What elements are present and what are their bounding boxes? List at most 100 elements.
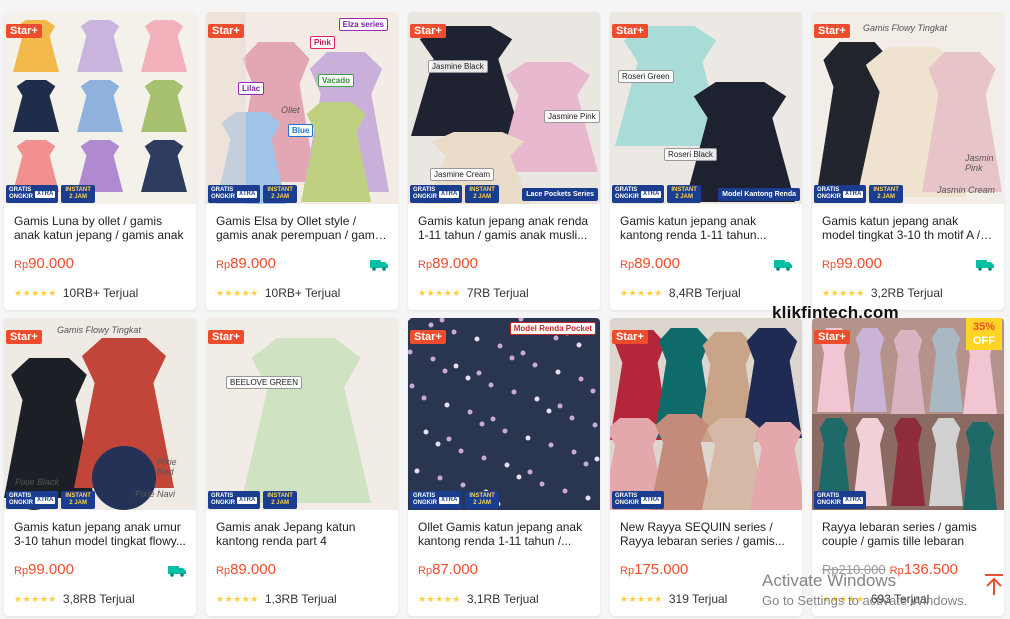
free-shipping-xtra-badge: GRATIS ONGKIR XTRA xyxy=(612,491,665,509)
price-group: Rp99.000 xyxy=(822,255,882,273)
product-image[interactable]: Star+ 35% OFF GRATIS ONGKIR XTRA xyxy=(812,318,1004,510)
product-card[interactable]: Star+ Jasmine Black Jasmine Pink Jasmine Cr… xyxy=(408,12,600,310)
two-hours-label: 2 JAM xyxy=(69,500,87,506)
gratis-ongkir-text: GRATIS ONGKIR xyxy=(211,493,235,507)
sold-count: 3,1RB Terjual xyxy=(466,592,539,606)
product-image[interactable]: Star+ Roseri Green Roseri Black GRATIS ONGKI… xyxy=(610,12,802,204)
rating-row: ★★★★★ 319 Terjual xyxy=(620,592,792,606)
product-card[interactable]: Star+ Gamis Flowy Tingkat Pixie Red Pixie B… xyxy=(4,318,196,616)
instant-label: INSTANT xyxy=(671,187,697,193)
product-image[interactable]: Star+ GRATIS ONGKIR XTRA INSTANT 2 JAM xyxy=(4,12,196,204)
product-image[interactable]: Star+ Gamis Flowy Tingkat Pixie Red Pixie B… xyxy=(4,318,196,510)
gratis-label: GRATIS xyxy=(615,493,638,499)
currency-label: Rp xyxy=(620,259,635,271)
product-title[interactable]: Gamis anak Jepang katun kantong renda pa… xyxy=(216,520,388,548)
image-caption: Ollet xyxy=(281,105,300,115)
gratis-label: GRATIS xyxy=(817,493,840,499)
instant-label: INSTANT xyxy=(65,187,91,193)
series-label: Model Kantong Renda xyxy=(718,187,800,201)
product-card[interactable]: Star+ GRATIS ONGKIR XTRA New Rayya SEQUIN se… xyxy=(610,318,802,616)
rating-stars-icon: ★★★★★ xyxy=(822,287,865,298)
free-shipping-xtra-badge: GRATIS ONGKIR XTRA xyxy=(814,491,867,509)
ongkir-label: ONGKIR xyxy=(817,500,841,506)
product-title[interactable]: Gamis Elsa by Ollet style / gamis anak p… xyxy=(216,214,388,242)
rating-stars-icon: ★★★★★ xyxy=(216,287,259,298)
star-plus-badge: Star+ xyxy=(410,330,446,344)
product-image[interactable]: Star+ Gamis Flowy Tingkat Jasmin Pink Jasmi… xyxy=(812,12,1004,204)
rating-stars-icon: ★★★★★ xyxy=(620,287,663,298)
product-card[interactable]: Star+ 35% OFF GRATIS ONGKIR XTRA Rayya lebaran… xyxy=(812,318,1004,616)
rating-row: ★★★★★ 10RB+ Terjual xyxy=(14,286,186,300)
product-info: Gamis katun jepang anak kantong renda 1-… xyxy=(610,204,802,300)
xtra-label: XTRA xyxy=(641,190,662,198)
product-info: Gamis katun jepang anak renda 1-11 tahun… xyxy=(408,204,600,300)
product-title[interactable]: New Rayya SEQUIN series / Rayya lebaran … xyxy=(620,520,792,548)
discount-badge: 35% OFF xyxy=(966,318,1002,350)
price-row: Rp89.000 xyxy=(418,254,590,274)
currency-label: Rp xyxy=(889,565,904,577)
xtra-label: XTRA xyxy=(843,190,864,198)
product-price: Rp87.000 xyxy=(418,561,478,578)
two-hours-label: 2 JAM xyxy=(473,500,491,506)
free-shipping-xtra-badge: GRATIS ONGKIR XTRA xyxy=(208,491,261,509)
product-title[interactable]: Gamis Luna by ollet / gamis anak katun j… xyxy=(14,214,186,242)
product-card[interactable]: Star+ BEELOVE GREEN GRATIS ONGKIR XTRA INSTAN… xyxy=(206,318,398,616)
product-card[interactable]: Star+ GRATIS ONGKIR XTRA INSTANT 2 JAM Gamis L… xyxy=(4,12,196,310)
star-plus-badge: Star+ xyxy=(612,330,648,344)
scroll-to-top-icon[interactable] xyxy=(982,573,1006,599)
sold-count: 10RB+ Terjual xyxy=(62,286,139,300)
product-card[interactable]: Star+ Roseri Green Roseri Black GRATIS ONGKI… xyxy=(610,12,802,310)
product-image[interactable]: Star+ Jasmine Black Jasmine Pink Jasmine Cr… xyxy=(408,12,600,204)
product-title[interactable]: Rayya lebaran series / gamis couple / ga… xyxy=(822,520,994,548)
product-title[interactable]: Gamis katun jepang anak umur 3-10 tahun … xyxy=(14,520,186,548)
product-title[interactable]: Ollet Gamis katun jepang anak kantong re… xyxy=(418,520,590,548)
price-amount: 89.000 xyxy=(432,255,478,272)
ongkir-label: ONGKIR xyxy=(211,500,235,506)
product-image[interactable]: Star+ GRATIS ONGKIR XTRA xyxy=(610,318,802,510)
price-row: Rp210.000 Rp136.500 xyxy=(822,560,994,580)
product-card[interactable]: Star+ Elza series Pink Lilac Vacado Blue Ollet… xyxy=(206,12,398,310)
xtra-label: XTRA xyxy=(439,496,460,504)
product-card[interactable]: Star+ Gamis Flowy Tingkat Jasmin Pink Jasmi… xyxy=(812,12,1004,310)
rating-stars-icon: ★★★★★ xyxy=(822,593,865,604)
discount-off-label: OFF xyxy=(973,335,995,347)
star-plus-badge: Star+ xyxy=(6,330,42,344)
instant-label: INSTANT xyxy=(65,493,91,499)
price-row: Rp99.000 xyxy=(822,254,994,274)
price-group: Rp89.000 xyxy=(216,255,276,273)
free-shipping-xtra-badge: GRATIS ONGKIR XTRA xyxy=(6,185,59,203)
image-caption: Jasmine Black xyxy=(428,60,488,73)
currency-label: Rp xyxy=(418,259,433,271)
product-price: Rp136.500 xyxy=(890,561,958,578)
gratis-ongkir-text: GRATIS ONGKIR xyxy=(9,493,33,507)
product-image[interactable]: Star+ Elza series Pink Lilac Vacado Blue Ollet… xyxy=(206,12,398,204)
price-row: Rp89.000 xyxy=(216,254,388,274)
gratis-label: GRATIS xyxy=(413,493,436,499)
price-amount: 89.000 xyxy=(634,255,680,272)
two-hours-label: 2 JAM xyxy=(69,194,87,200)
image-caption: Elza series xyxy=(338,18,388,31)
star-plus-badge: Star+ xyxy=(208,330,244,344)
price-amount: 90.000 xyxy=(28,255,74,272)
product-image[interactable]: Star+ BEELOVE GREEN GRATIS ONGKIR XTRA INSTAN… xyxy=(206,318,398,510)
star-plus-badge: Star+ xyxy=(814,330,850,344)
xtra-label: XTRA xyxy=(641,496,662,504)
product-title[interactable]: Gamis katun jepang anak model tingkat 3-… xyxy=(822,214,994,242)
price-row: Rp99.000 xyxy=(14,560,186,580)
free-shipping-truck-icon xyxy=(976,258,994,271)
product-title[interactable]: Gamis katun jepang anak renda 1-11 tahun… xyxy=(418,214,590,242)
ongkir-label: ONGKIR xyxy=(413,194,437,200)
price-row: Rp175.000 xyxy=(620,560,792,580)
product-card[interactable]: Star+ Model Renda Pocket GRATIS ONGKIR XTRA I… xyxy=(408,318,600,616)
currency-label: Rp xyxy=(14,565,29,577)
image-caption: Jasmine Pink xyxy=(544,110,600,123)
star-plus-badge: Star+ xyxy=(814,24,850,38)
gratis-label: GRATIS xyxy=(817,187,840,193)
promo-strip: GRATIS ONGKIR XTRA INSTANT 2 JAM xyxy=(4,184,196,204)
sold-count: 693 Terjual xyxy=(870,592,930,606)
product-title[interactable]: Gamis katun jepang anak kantong renda 1-… xyxy=(620,214,792,242)
instant-badge: INSTANT 2 JAM xyxy=(263,491,297,509)
two-hours-label: 2 JAM xyxy=(473,194,491,200)
product-image[interactable]: Star+ Model Renda Pocket GRATIS ONGKIR XTRA I… xyxy=(408,318,600,510)
rating-stars-icon: ★★★★★ xyxy=(14,287,57,298)
